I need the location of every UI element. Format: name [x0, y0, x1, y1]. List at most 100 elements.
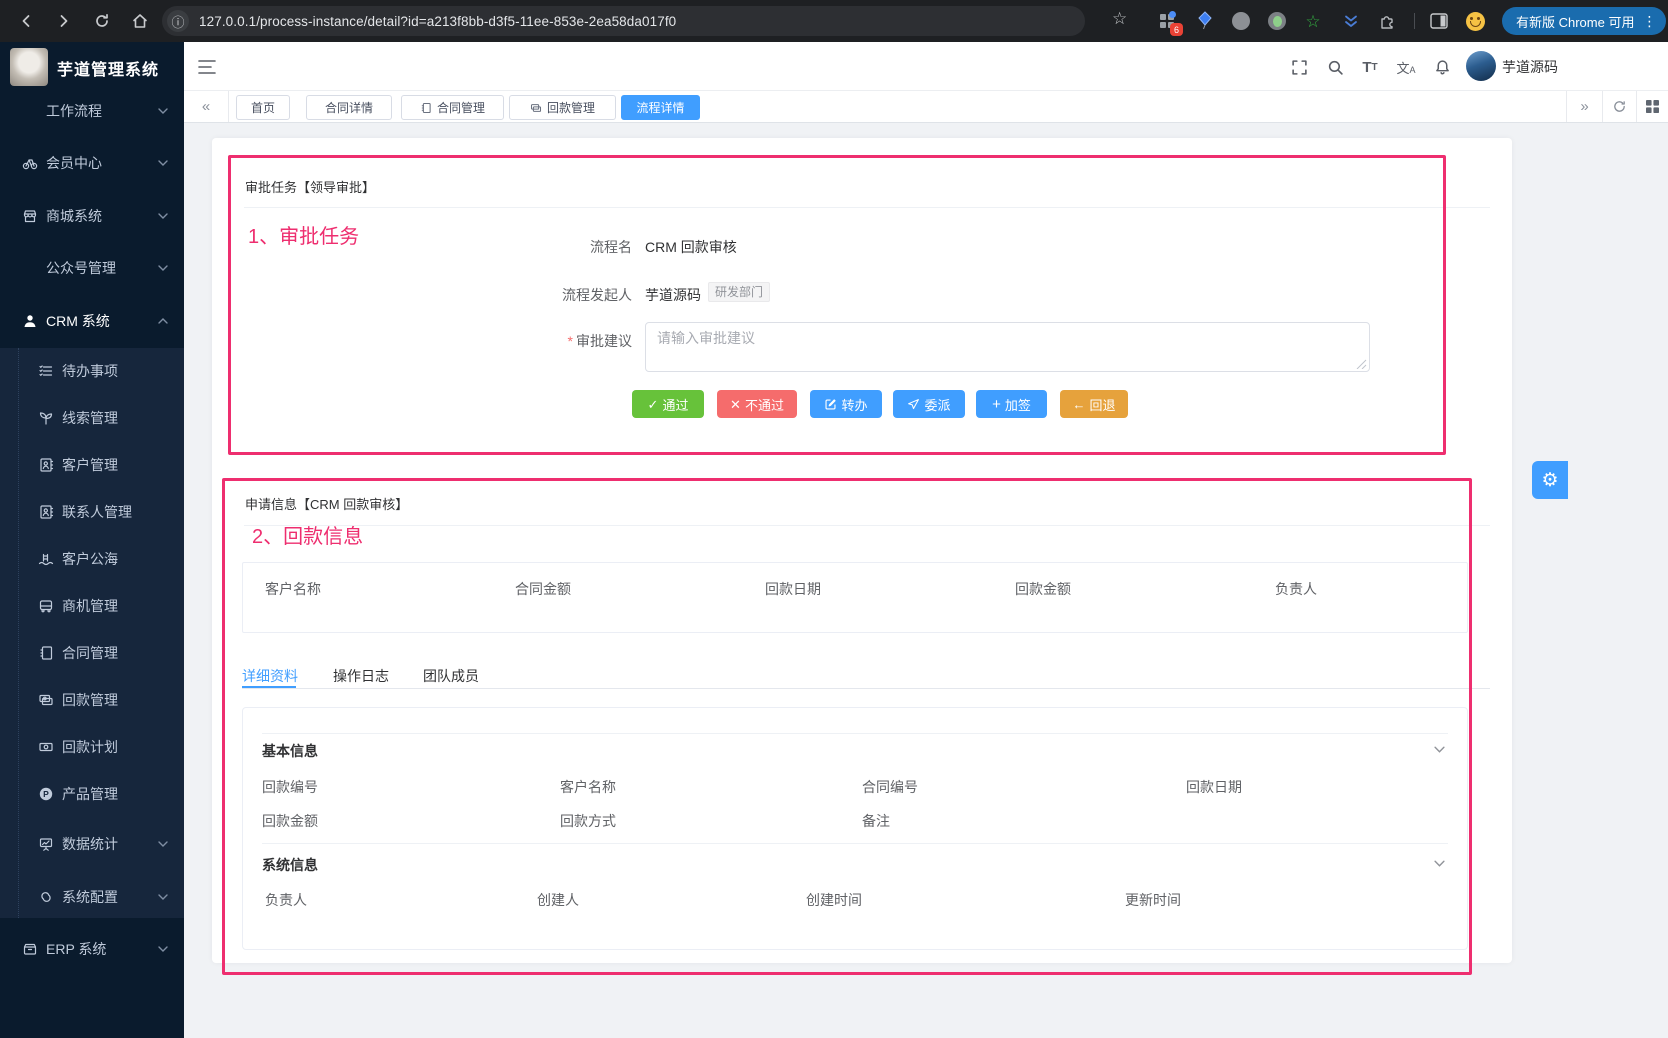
sidebar-item-receivable-plan[interactable]: 回款计划 — [0, 727, 184, 767]
address-bar[interactable]: ⓘ 127.0.0.1/process-instance/detail?id=a… — [162, 6, 1085, 36]
browser-back-button[interactable] — [16, 11, 36, 31]
reject-button[interactable]: ✕不通过 — [717, 390, 797, 418]
archive-box-icon — [22, 941, 38, 957]
browser-forward-button[interactable] — [54, 11, 74, 31]
textarea-resize-grip[interactable] — [1356, 359, 1367, 369]
user-icon — [22, 313, 38, 329]
tab-layout-grid-icon[interactable] — [1636, 91, 1668, 122]
side-panel-icon[interactable] — [1428, 10, 1450, 32]
chevron-up-icon — [158, 318, 168, 324]
tab-operation-log[interactable]: 操作日志 — [333, 666, 389, 686]
plus-icon: + — [992, 397, 1001, 412]
sidebar-item-todo[interactable]: 待办事项 — [0, 351, 184, 391]
chevron-down-icon — [158, 894, 168, 900]
extensions-puzzle-icon[interactable] — [1376, 10, 1398, 32]
tab-contract-manage[interactable]: 合同管理 — [401, 95, 504, 120]
tab-detail-info[interactable]: 详细资料 — [242, 666, 298, 686]
svg-text:P: P — [43, 789, 49, 799]
theme-settings-button[interactable]: ⚙ — [1532, 461, 1568, 499]
sidebar-item-workflow[interactable]: 工作流程 — [0, 91, 184, 131]
opinion-textarea[interactable] — [645, 322, 1370, 372]
sidebar-item-wechat[interactable]: 公众号管理 — [0, 248, 184, 288]
rollback-button[interactable]: ←回退 — [1060, 390, 1128, 418]
username: 芋道源码 — [1502, 57, 1558, 77]
banknote-icon — [38, 739, 54, 755]
field-contract-no: 合同编号 — [862, 777, 918, 797]
delegate-button[interactable]: 委派 — [893, 390, 965, 418]
site-info-icon[interactable]: ⓘ — [167, 10, 189, 32]
emoji-extension-icon[interactable] — [1464, 10, 1486, 32]
sidebar-item-business[interactable]: 商机管理 — [0, 586, 184, 626]
extension-chevrons-icon[interactable] — [1340, 10, 1362, 32]
divider — [244, 525, 1490, 526]
field-create-time: 创建时间 — [806, 890, 862, 910]
browser-reload-button[interactable] — [92, 11, 112, 31]
field-remark: 备注 — [862, 811, 890, 831]
chart-board-icon — [38, 836, 54, 852]
sidebar-item-erp[interactable]: ERP 系统 — [0, 929, 184, 969]
search-icon[interactable] — [1324, 56, 1346, 78]
chevron-down-icon[interactable] — [1434, 860, 1445, 867]
extension-kite-icon[interactable] — [1194, 10, 1216, 32]
tabs-scroll-left[interactable]: « — [184, 91, 229, 122]
bookmark-star-icon[interactable]: ☆ — [1112, 9, 1127, 29]
chrome-update-button[interactable]: 有新版 Chrome 可用 ⋮ — [1502, 7, 1666, 35]
tabs-scroll-right[interactable]: » — [1566, 91, 1602, 122]
chevron-down-icon — [158, 841, 168, 847]
sidebar-item-customer[interactable]: 客户管理 — [0, 445, 184, 485]
tab-bar: « 首页 合同详情 合同管理 回款管理 流程详情 » — [184, 90, 1668, 123]
browser-toolbar: ⓘ 127.0.0.1/process-instance/detail?id=a… — [0, 0, 1668, 42]
sidebar-item-product[interactable]: P 产品管理 — [0, 774, 184, 814]
sidebar-item-config[interactable]: 系统配置 — [0, 877, 184, 917]
sidebar-item-crm[interactable]: CRM 系统 — [0, 301, 184, 341]
tab-receivable-manage[interactable]: 回款管理 — [509, 95, 616, 120]
tab-refresh-icon[interactable] — [1602, 91, 1636, 122]
sidebar-item-contact[interactable]: 联系人管理 — [0, 492, 184, 532]
tab-home[interactable]: 首页 — [236, 95, 290, 120]
user-avatar[interactable] — [1466, 51, 1496, 81]
check-icon: ✓ — [648, 398, 659, 411]
chevron-down-icon — [158, 213, 168, 219]
basic-info-section-header[interactable]: 基本信息 — [262, 741, 318, 761]
divider — [244, 207, 1490, 208]
sidebar-item-statistics[interactable]: 数据统计 — [0, 824, 184, 864]
divider — [262, 733, 1448, 734]
field-receivable-no: 回款编号 — [262, 777, 318, 797]
table-header-receivable-date: 回款日期 — [765, 579, 821, 599]
tab-contract-detail[interactable]: 合同详情 — [306, 95, 392, 120]
sidebar-item-mall[interactable]: 商城系统 — [0, 196, 184, 236]
chevron-down-icon — [158, 265, 168, 271]
browser-menu-icon[interactable]: ⋮ — [1642, 13, 1656, 30]
notification-bell-icon[interactable] — [1431, 56, 1453, 78]
tab-process-detail[interactable]: 流程详情 — [621, 95, 700, 120]
extension-green-circle-icon[interactable] — [1266, 10, 1288, 32]
url-text: 127.0.0.1/process-instance/detail?id=a21… — [199, 14, 676, 29]
process-name-label: 流程名 — [432, 237, 632, 257]
font-size-icon[interactable]: TT — [1359, 56, 1381, 78]
address-book-icon — [38, 457, 54, 473]
sidebar-item-pool[interactable]: 客户公海 — [0, 539, 184, 579]
extension-gray-circle-icon[interactable] — [1230, 10, 1252, 32]
tab-team-members[interactable]: 团队成员 — [423, 666, 479, 686]
sidebar-item-receivable[interactable]: 回款管理 — [0, 680, 184, 720]
field-owner: 负责人 — [265, 890, 307, 910]
hamburger-menu-icon[interactable] — [196, 56, 218, 78]
extension-grid-icon[interactable]: 6 — [1156, 10, 1178, 32]
sidebar-item-clue[interactable]: 线索管理 — [0, 398, 184, 438]
shop-icon — [22, 208, 38, 224]
field-receivable-amount: 回款金额 — [262, 811, 318, 831]
transfer-button[interactable]: 转办 — [810, 390, 882, 418]
language-icon[interactable]: 文A — [1395, 56, 1417, 78]
paper-plane-icon — [907, 398, 920, 411]
notebook-icon — [38, 645, 54, 661]
approve-button[interactable]: ✓通过 — [632, 390, 704, 418]
fullscreen-icon[interactable] — [1288, 56, 1310, 78]
extension-green-star-icon[interactable]: ☆ — [1302, 10, 1324, 32]
chevron-down-icon[interactable] — [1434, 746, 1445, 753]
required-asterisk: * — [568, 333, 573, 349]
sidebar-item-member[interactable]: 会员中心 — [0, 143, 184, 183]
sidebar-item-contract[interactable]: 合同管理 — [0, 633, 184, 673]
system-info-section-header[interactable]: 系统信息 — [262, 855, 318, 875]
add-sign-button[interactable]: +加签 — [976, 390, 1047, 418]
browser-home-button[interactable] — [130, 11, 150, 31]
